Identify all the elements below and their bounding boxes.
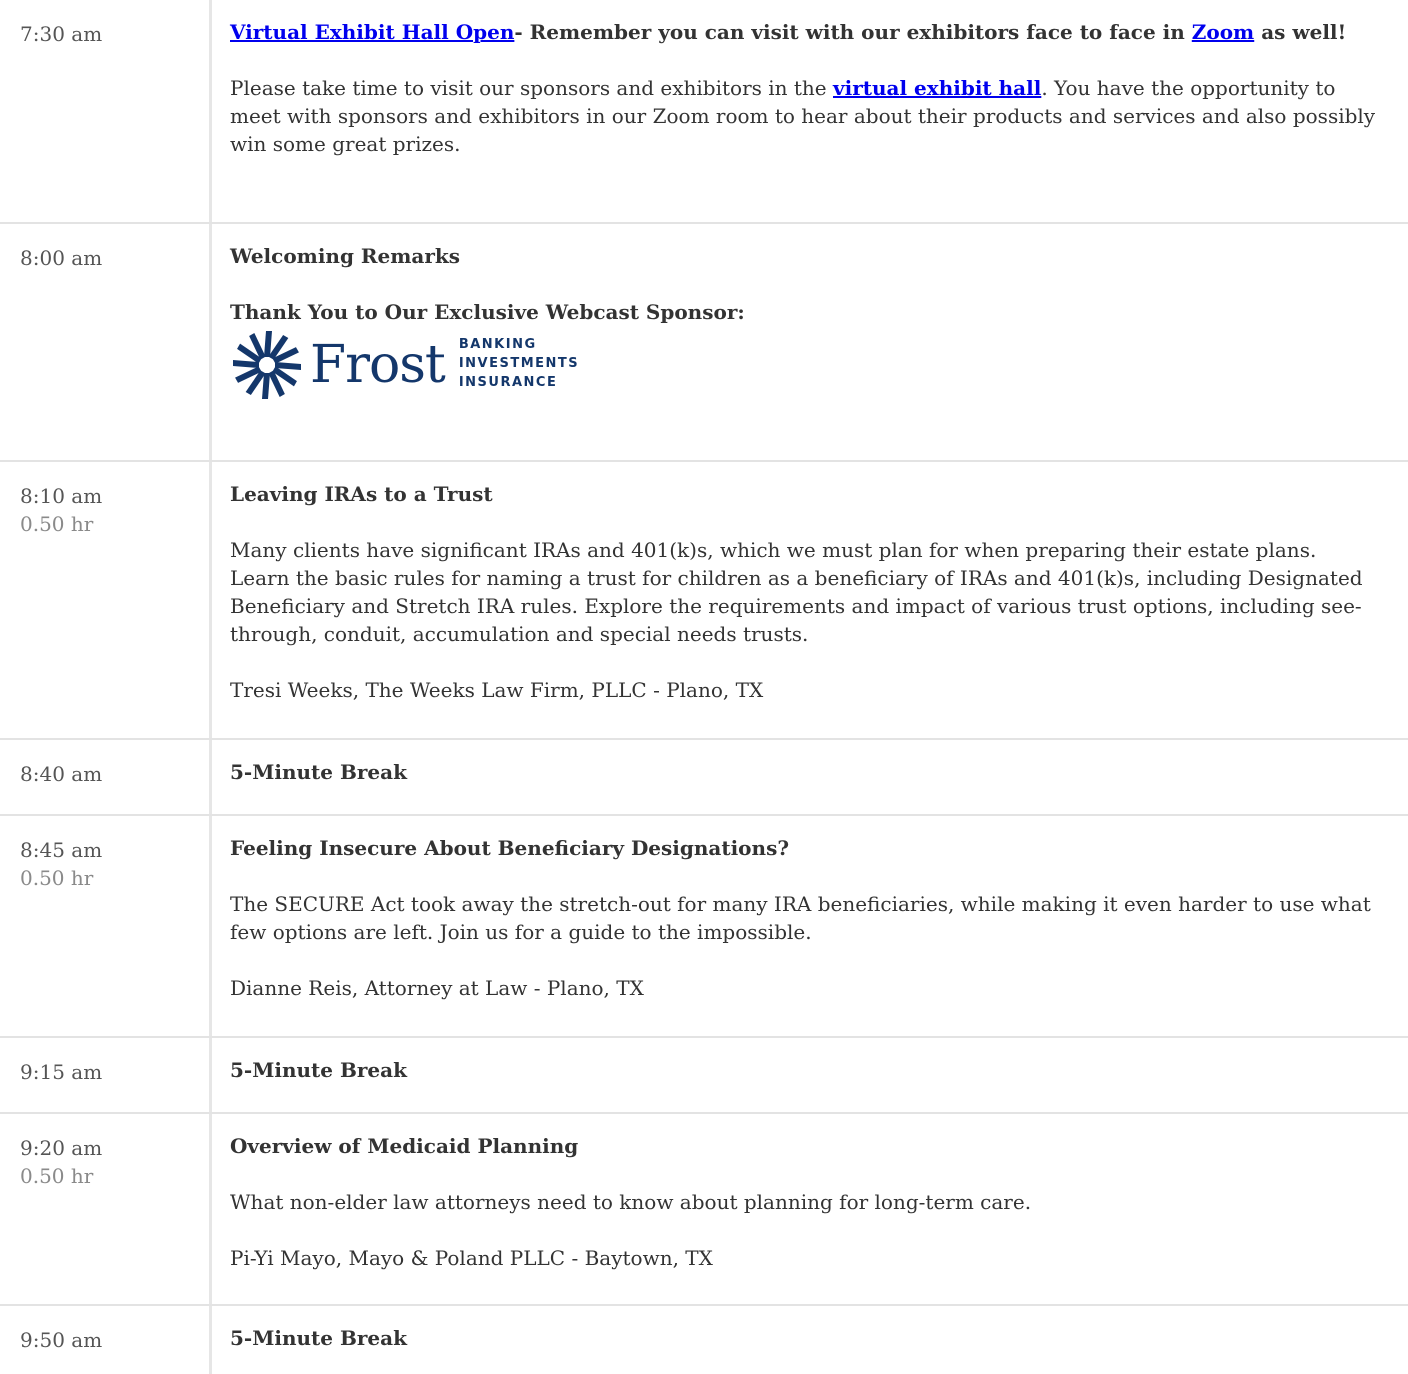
frost-snowflake-icon <box>233 331 301 399</box>
session-title: Welcoming Remarks <box>230 244 461 268</box>
session-time: 9:15 am <box>20 1060 103 1084</box>
time-column: 8:45 am 0.50 hr <box>0 816 212 1036</box>
session-description: The SECURE Act took away the stretch-out… <box>230 892 1371 944</box>
session-title: Overview of Medicaid Planning <box>230 1134 579 1158</box>
agenda-row: 9:15 am 5-Minute Break <box>0 1038 1408 1114</box>
virtual-exhibit-hall-link[interactable]: Virtual Exhibit Hall Open <box>230 20 514 44</box>
session-description: Many clients have significant IRAs and 4… <box>230 538 1363 646</box>
agenda-row: 8:40 am 5-Minute Break <box>0 740 1408 816</box>
frost-tag-investments: INVESTMENTS <box>458 355 580 371</box>
session-description: What non-elder law attorneys need to kno… <box>230 1190 1032 1214</box>
frost-logo-wordmark: Frost <box>310 335 446 395</box>
frost-sponsor-logo: Frost BANKING INVESTMENTS INSURANCE <box>230 328 1378 402</box>
time-column: 8:00 am <box>0 224 212 460</box>
session-content: Overview of Medicaid Planning What non-e… <box>230 1114 1408 1272</box>
time-column: 9:50 am <box>0 1306 212 1374</box>
agenda-row: 9:20 am 0.50 hr Overview of Medicaid Pla… <box>0 1114 1408 1306</box>
agenda-row: 8:10 am 0.50 hr Leaving IRAs to a Trust … <box>0 462 1408 740</box>
session-duration: 0.50 hr <box>20 512 94 536</box>
frost-tag-insurance: INSURANCE <box>458 374 558 390</box>
session-speaker: Tresi Weeks, The Weeks Law Firm, PLLC - … <box>230 678 764 702</box>
session-speaker: Dianne Reis, Attorney at Law - Plano, TX <box>230 976 644 1000</box>
title-text-end: as well! <box>1254 20 1347 44</box>
session-title: Leaving IRAs to a Trust <box>230 482 493 506</box>
session-content: 5-Minute Break <box>230 1306 1408 1352</box>
session-content: Virtual Exhibit Hall Open- Remember you … <box>230 0 1408 158</box>
session-title: 5-Minute Break <box>230 1326 407 1350</box>
session-content: Welcoming Remarks Thank You to Our Exclu… <box>230 224 1408 402</box>
session-description: Please take time to visit our sponsors a… <box>230 74 1378 158</box>
session-title: 5-Minute Break <box>230 1058 407 1082</box>
title-text: - Remember you can visit with our exhibi… <box>514 20 1192 44</box>
zoom-link[interactable]: Zoom <box>1192 20 1254 44</box>
session-time: 8:40 am <box>20 762 103 786</box>
session-time: 8:45 am <box>20 838 103 862</box>
session-title: Feeling Insecure About Beneficiary Desig… <box>230 836 790 860</box>
agenda-row: 8:00 am Welcoming Remarks Thank You to O… <box>0 224 1408 462</box>
session-content: 5-Minute Break <box>230 740 1408 786</box>
session-time: 9:20 am <box>20 1136 103 1160</box>
session-time: 7:30 am <box>20 22 103 46</box>
time-column: 8:40 am <box>0 740 212 814</box>
time-column: 9:15 am <box>0 1038 212 1112</box>
frost-logo-tagline: BANKING INVESTMENTS INSURANCE <box>459 335 579 392</box>
time-column: 9:20 am 0.50 hr <box>0 1114 212 1304</box>
session-time: 9:50 am <box>20 1328 103 1352</box>
agenda-row: 7:30 am Virtual Exhibit Hall Open- Remem… <box>0 0 1408 224</box>
frost-tag-banking: BANKING <box>458 336 537 352</box>
session-speaker: Pi-Yi Mayo, Mayo & Poland PLLC - Baytown… <box>230 1246 713 1270</box>
description-text: Please take time to visit our sponsors a… <box>230 76 833 100</box>
time-column: 8:10 am 0.50 hr <box>0 462 212 738</box>
agenda-schedule: 7:30 am Virtual Exhibit Hall Open- Remem… <box>0 0 1408 1374</box>
virtual-exhibit-hall-inline-link[interactable]: virtual exhibit hall <box>833 76 1041 100</box>
session-time: 8:00 am <box>20 246 103 270</box>
agenda-row: 9:50 am 5-Minute Break <box>0 1306 1408 1374</box>
session-title: 5-Minute Break <box>230 760 407 784</box>
agenda-row: 8:45 am 0.50 hr Feeling Insecure About B… <box>0 816 1408 1038</box>
session-duration: 0.50 hr <box>20 866 94 890</box>
session-content: Leaving IRAs to a Trust Many clients hav… <box>230 462 1408 704</box>
time-column: 7:30 am <box>0 0 212 222</box>
session-content: Feeling Insecure About Beneficiary Desig… <box>230 816 1408 1002</box>
session-title: Virtual Exhibit Hall Open- Remember you … <box>230 18 1378 46</box>
sponsor-heading: Thank You to Our Exclusive Webcast Spons… <box>230 300 745 324</box>
session-time: 8:10 am <box>20 484 103 508</box>
session-duration: 0.50 hr <box>20 1164 94 1188</box>
session-content: 5-Minute Break <box>230 1038 1408 1084</box>
